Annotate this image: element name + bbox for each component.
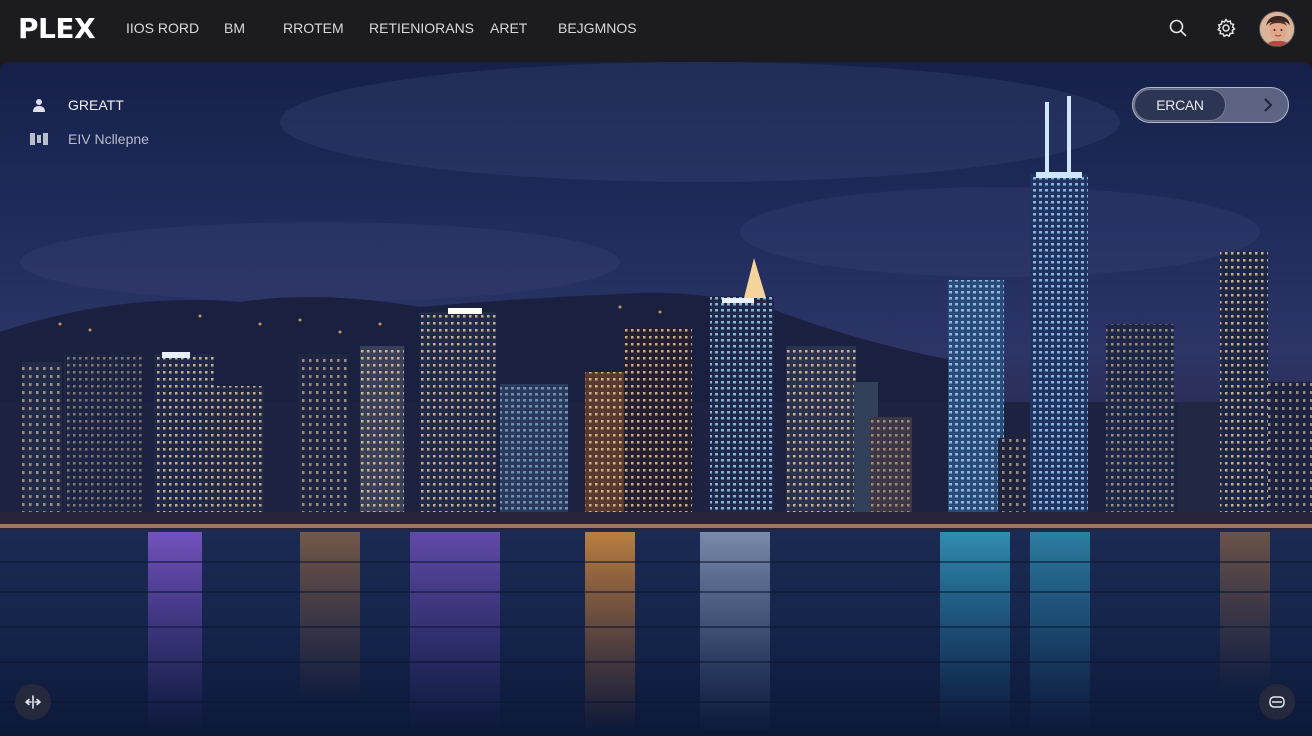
menu-icon[interactable]	[1259, 684, 1295, 720]
search-icon[interactable]	[1167, 17, 1189, 39]
nav-item-1[interactable]: IIOS RORD	[126, 20, 199, 36]
chevron-right-icon[interactable]	[1259, 96, 1277, 114]
film-icon	[28, 130, 50, 148]
move-icon[interactable]	[15, 684, 51, 720]
app-logo[interactable]: PLEX	[18, 12, 96, 45]
head-icon	[28, 96, 50, 114]
avatar[interactable]	[1259, 11, 1295, 47]
top-navigation-bar: PLEX IIOS RORD BM RROTEM RETIENIORANS AR…	[0, 0, 1312, 58]
pill-active-label[interactable]: ERCAN	[1134, 89, 1226, 121]
nav-item-2[interactable]: BM	[224, 20, 245, 36]
status-secondary-label: EIV Ncllepne	[68, 131, 149, 147]
gear-icon[interactable]	[1215, 17, 1237, 39]
nav-item-5[interactable]: ARET	[490, 20, 527, 36]
nav-item-4[interactable]: RETIENIORANS	[369, 20, 474, 36]
nav-item-3[interactable]: RROTEM	[283, 20, 344, 36]
nav-item-6[interactable]: BEJGMNOS	[558, 20, 637, 36]
mode-toggle-pill[interactable]: ERCAN	[1132, 87, 1289, 123]
hero-banner: GREATT EIV Ncllepne ERCAN	[0, 62, 1312, 736]
status-primary-row: GREATT	[28, 96, 124, 114]
status-secondary-row: EIV Ncllepne	[28, 130, 149, 148]
status-primary-label: GREATT	[68, 97, 124, 113]
city-skyline-image	[0, 62, 1312, 736]
